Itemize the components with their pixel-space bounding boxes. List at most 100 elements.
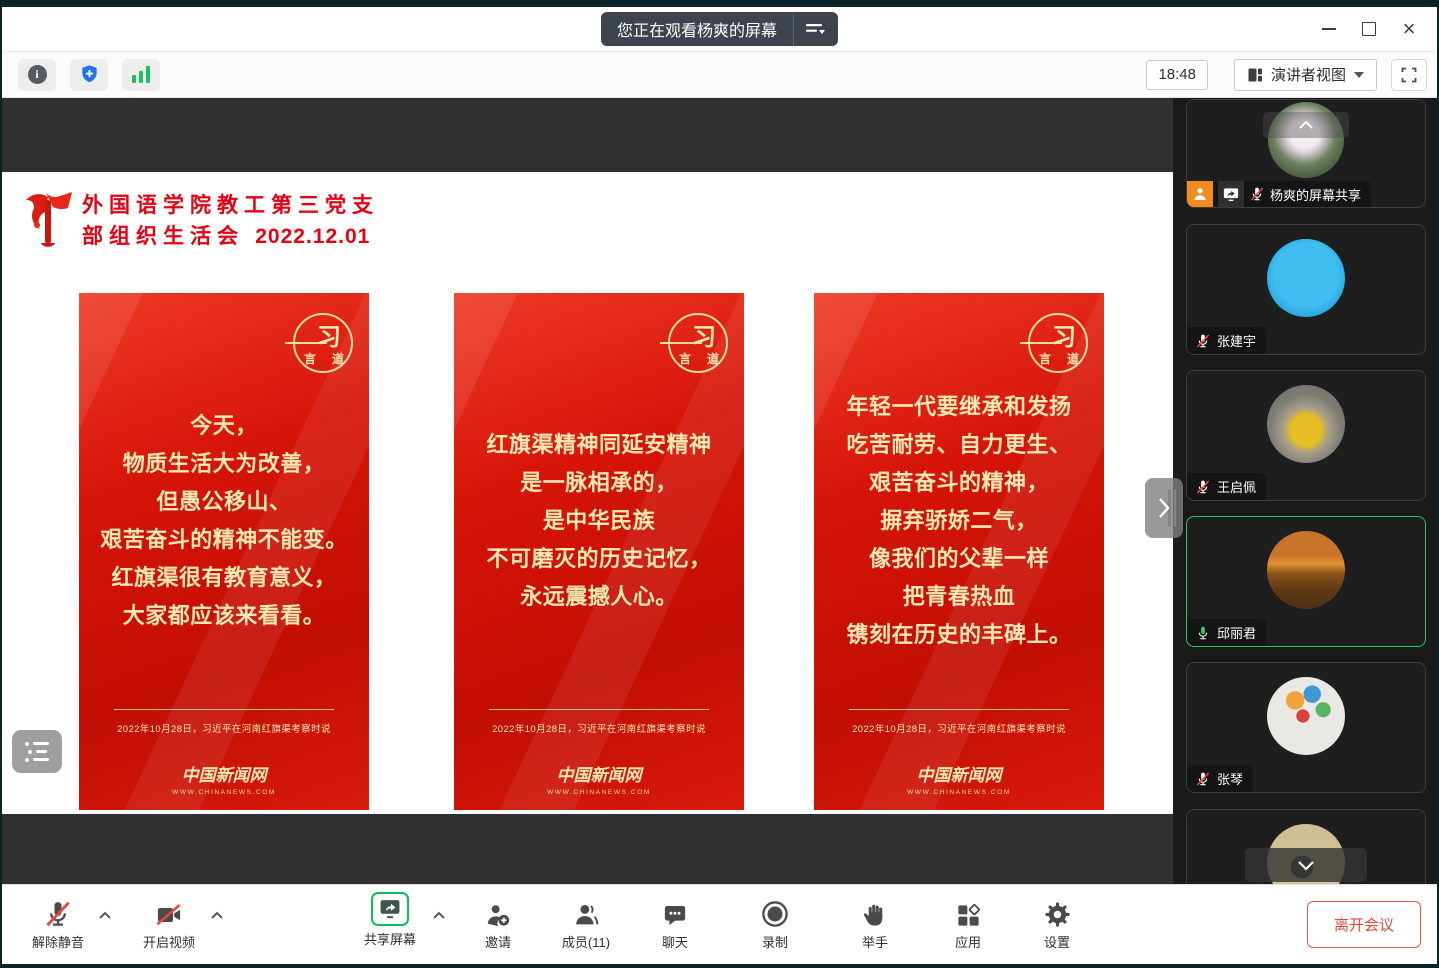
participant-name: 张琴: [1217, 769, 1243, 788]
invite-button[interactable]: 邀请: [464, 895, 532, 951]
party-torch-logo-icon: [22, 190, 74, 252]
shared-screen-region: 外国语学院教工第三党支 部组织生活会 2022.12.01 习 言道: [2, 98, 1173, 884]
fullscreen-icon: [1400, 66, 1418, 84]
raise-hand-icon: [861, 901, 889, 929]
share-options-button[interactable]: [432, 907, 446, 925]
participant-tile[interactable]: 张建宇: [1186, 224, 1426, 355]
shared-slide: 外国语学院教工第三党支 部组织生活会 2022.12.01 习 言道: [2, 172, 1173, 814]
invite-person-icon: [483, 901, 513, 929]
chat-icon: [661, 902, 689, 929]
slide-title-line1: 外国语学院教工第三党支: [82, 190, 379, 221]
poster-3-footer: 2022年10月28日，习近平在河南红旗渠考察时说 中国新闻网 WWW.CHIN…: [814, 709, 1104, 810]
view-mode-selector[interactable]: 演讲者视图: [1234, 59, 1377, 91]
avatar: [1267, 239, 1345, 317]
slide-date: 2022.12.01: [255, 225, 370, 248]
chevron-down-icon: [1297, 860, 1315, 871]
chevron-up-icon: [1298, 120, 1314, 130]
participant-tile-active-speaker[interactable]: 邱丽君: [1186, 516, 1426, 647]
participant-label: 王启佩: [1187, 473, 1266, 500]
banner-menu-button[interactable]: [793, 12, 838, 46]
chevron-up-icon: [98, 911, 112, 920]
invite-label: 邀请: [485, 932, 511, 951]
raise-hand-label: 举手: [862, 932, 888, 951]
apps-grid-icon: [955, 902, 982, 929]
members-button[interactable]: 成员(11): [544, 895, 628, 951]
slide-header: 外国语学院教工第三党支 部组织生活会 2022.12.01: [22, 190, 379, 252]
start-video-button[interactable]: 开启视频: [130, 895, 208, 951]
xi-yan-dao-seal-icon: 习 言道: [1028, 313, 1088, 373]
record-label: 录制: [762, 932, 788, 951]
apps-button[interactable]: 应用: [934, 895, 1002, 951]
poster-caption: 2022年10月28日，习近平在河南红旗渠考察时说: [454, 721, 744, 735]
view-mode-label: 演讲者视图: [1271, 64, 1346, 85]
record-icon: [760, 899, 790, 929]
chevron-up-icon: [210, 911, 224, 920]
shield-plus-icon: [79, 64, 100, 85]
participant-tile[interactable]: 王启佩: [1186, 370, 1426, 501]
poster-2: 习 言道 红旗渠精神同延安精神 是一脉相承的， 是中华民族 不可磨灭的历史记忆，…: [454, 293, 744, 810]
chat-label: 聊天: [662, 932, 688, 951]
apps-label: 应用: [955, 932, 981, 951]
minimize-button[interactable]: [1309, 13, 1349, 45]
chinanews-logo: 中国新闻网: [814, 761, 1104, 786]
maximize-icon: [1362, 22, 1376, 36]
poster-caption: 2022年10月28日，习近平在河南红旗渠考察时说: [79, 721, 369, 735]
meeting-info-button[interactable]: i: [18, 59, 56, 91]
share-screen-label: 共享屏幕: [364, 929, 416, 948]
chinanews-logo: 中国新闻网: [79, 761, 369, 786]
avatar: [1267, 677, 1345, 755]
record-button[interactable]: 录制: [742, 895, 808, 951]
participant-name: 杨爽的屏幕共享: [1270, 185, 1361, 204]
chevron-down-icon: [1354, 72, 1364, 78]
participant-name: 邱丽君: [1217, 623, 1256, 642]
chevron-up-icon: [432, 911, 446, 920]
participants-sidebar: 杨爽的屏幕共享 张建宇: [1173, 98, 1437, 884]
participant-label: 张琴: [1187, 765, 1253, 792]
sidebar-collapse-button[interactable]: [1145, 478, 1183, 538]
share-screen-button[interactable]: 共享屏幕: [350, 892, 430, 948]
poster-1: 习 言道 今天， 物质生活大为改善， 但愚公移山、 艰苦奋斗的精神不能变。 红旗…: [79, 293, 369, 810]
mic-muted-icon: [43, 899, 73, 929]
avatar: [1267, 385, 1345, 463]
hamburger-icon: [805, 21, 827, 37]
screen-share-badge-icon: [1218, 181, 1244, 207]
chinanews-url: WWW.CHINANEWS.COM: [454, 789, 744, 796]
leave-meeting-button[interactable]: 离开会议: [1307, 901, 1421, 948]
unmute-button[interactable]: 解除静音: [20, 895, 96, 951]
gear-icon: [1043, 900, 1072, 929]
close-button[interactable]: ×: [1389, 13, 1429, 45]
presenter-badge-icon: [1187, 181, 1213, 207]
poster-caption: 2022年10月28日，习近平在河南红旗渠考察时说: [814, 721, 1104, 735]
security-button[interactable]: [70, 59, 108, 91]
chat-button[interactable]: 聊天: [642, 895, 708, 951]
participant-tile-overflow[interactable]: [1186, 809, 1426, 884]
mic-muted-icon: [1195, 771, 1211, 787]
camera-off-icon: [153, 901, 185, 929]
mic-muted-icon: [1195, 479, 1211, 495]
participant-label: 杨爽的屏幕共享: [1187, 181, 1371, 207]
collapse-tiles-button[interactable]: [1263, 112, 1349, 138]
participant-name: 张建宇: [1217, 331, 1256, 350]
poster-1-footer: 2022年10月28日，习近平在河南红旗渠考察时说 中国新闻网 WWW.CHIN…: [79, 709, 369, 810]
participant-label: 张建宇: [1187, 327, 1266, 354]
signal-bars-icon: [132, 66, 150, 83]
video-options-button[interactable]: [210, 907, 224, 925]
fullscreen-button[interactable]: [1391, 59, 1427, 91]
xi-yan-dao-seal-icon: 习 言道: [293, 313, 353, 373]
top-toolbar: i 18:48: [2, 52, 1437, 98]
meeting-agenda-button[interactable]: [12, 730, 62, 773]
app-window: 您正在观看杨爽的屏幕 × i: [0, 0, 1439, 968]
maximize-button[interactable]: [1349, 13, 1389, 45]
participant-tile[interactable]: 张琴: [1186, 662, 1426, 793]
meeting-window: 您正在观看杨爽的屏幕 × i: [2, 7, 1437, 964]
network-status-button[interactable]: [122, 59, 160, 91]
info-icon: i: [28, 65, 47, 84]
audio-options-button[interactable]: [98, 907, 112, 925]
settings-button[interactable]: 设置: [1022, 895, 1092, 951]
bottom-toolbar: 解除静音 开启视频: [2, 884, 1437, 964]
slide-title: 外国语学院教工第三党支 部组织生活会 2022.12.01: [82, 190, 379, 252]
xi-yan-dao-seal-icon: 习 言道: [668, 313, 728, 373]
scroll-participants-button[interactable]: [1245, 848, 1367, 882]
participant-tile-screen-share[interactable]: 杨爽的屏幕共享: [1186, 99, 1426, 208]
raise-hand-button[interactable]: 举手: [842, 895, 908, 951]
